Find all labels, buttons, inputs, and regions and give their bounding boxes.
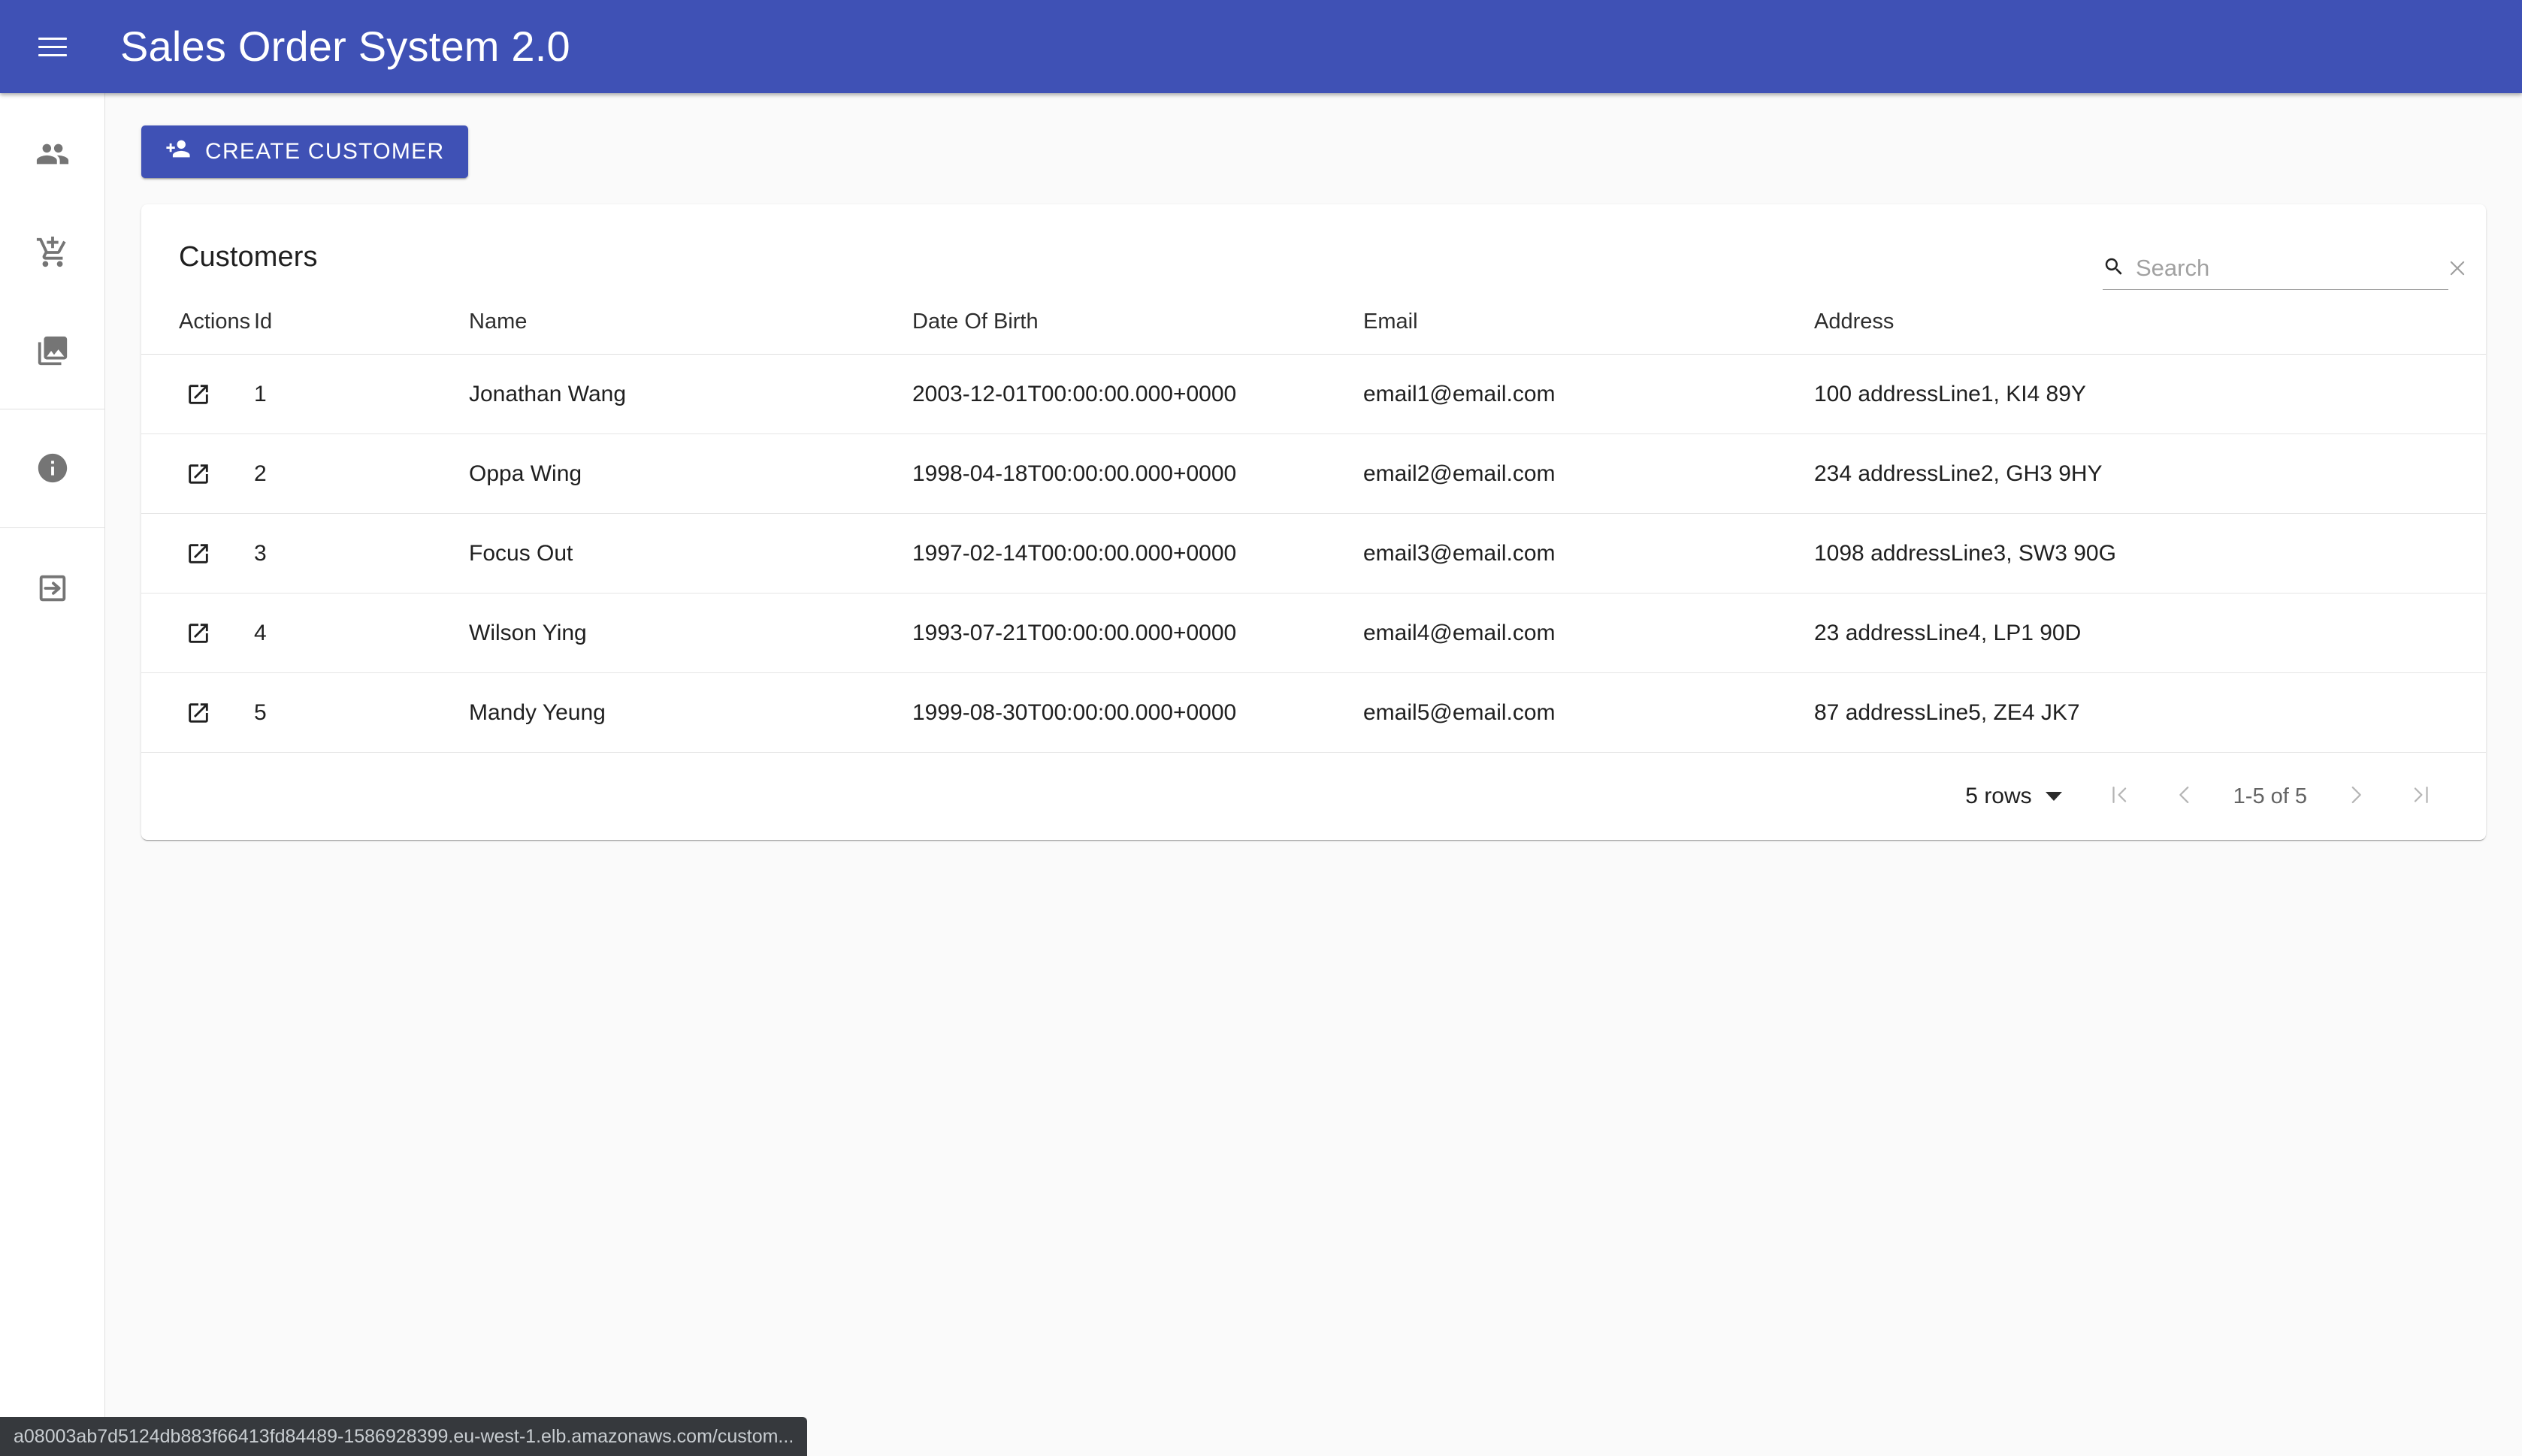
cell-address: 23 addressLine4, LP1 90D: [1814, 593, 2486, 673]
person-add-icon: [165, 136, 191, 168]
cell-email: email3@email.com: [1363, 513, 1814, 594]
app-bar: Sales Order System 2.0: [0, 0, 2522, 93]
search-icon: [2103, 255, 2125, 282]
cell-email: email4@email.com: [1363, 593, 1814, 673]
people-icon: [35, 137, 70, 171]
page-title: Customers: [179, 240, 318, 273]
row-actions-cell: [141, 433, 254, 514]
first-page-button[interactable]: [2088, 764, 2152, 829]
search-field[interactable]: [2103, 255, 2465, 290]
cell-name: Oppa Wing: [469, 433, 912, 514]
cell-id: 1: [254, 354, 469, 434]
cell-id: 2: [254, 433, 469, 514]
search-input[interactable]: [2136, 255, 2436, 282]
table-body: 1 Jonathan Wang 2003-12-01T00:00:00.000+…: [141, 354, 2486, 753]
sidebar-item-orders[interactable]: [0, 216, 105, 288]
cell-id: 4: [254, 593, 469, 673]
table-row[interactable]: 5 Mandy Yeung 1999-08-30T00:00:00.000+00…: [141, 672, 2486, 753]
add-shopping-cart-icon: [35, 235, 70, 270]
info-icon: [35, 451, 70, 485]
sidebar: [0, 93, 105, 1456]
create-customer-button[interactable]: CREATE CUSTOMER: [141, 125, 469, 178]
table-row[interactable]: 2 Oppa Wing 1998-04-18T00:00:00.000+0000…: [141, 433, 2486, 514]
sidebar-item-products[interactable]: [0, 315, 105, 386]
hamburger-menu-button[interactable]: [15, 9, 90, 84]
column-header-id: Id: [254, 310, 469, 355]
cell-name: Focus Out: [469, 513, 912, 594]
chevron-right-icon: [2343, 782, 2369, 811]
cell-id: 3: [254, 513, 469, 594]
cell-dob: 1993-07-21T00:00:00.000+0000: [912, 593, 1363, 673]
cell-dob: 1999-08-30T00:00:00.000+0000: [912, 672, 1363, 753]
hamburger-menu-icon: [38, 32, 67, 62]
launch-icon[interactable]: [179, 375, 218, 414]
rows-per-page-label: 5 rows: [1965, 784, 2032, 808]
table-pagination: 5 rows 1-5 of 5: [141, 753, 2486, 840]
table-row[interactable]: 3 Focus Out 1997-02-14T00:00:00.000+0000…: [141, 513, 2486, 594]
last-page-button[interactable]: [2388, 764, 2453, 829]
cell-address: 87 addressLine5, ZE4 JK7: [1814, 672, 2486, 753]
cell-dob: 1997-02-14T00:00:00.000+0000: [912, 513, 1363, 594]
app-title: Sales Order System 2.0: [120, 23, 570, 70]
sidebar-item-about[interactable]: [0, 432, 105, 503]
caret-down-icon: [2045, 792, 2062, 801]
launch-icon[interactable]: [179, 455, 218, 494]
launch-icon[interactable]: [179, 534, 218, 573]
create-customer-label: CREATE CUSTOMER: [205, 139, 445, 164]
next-page-button[interactable]: [2324, 764, 2388, 829]
customers-table: Actions Id Name Date Of Birth Email Addr…: [141, 310, 2486, 753]
row-actions-cell: [141, 354, 254, 434]
card-toolbar: Customers: [141, 204, 2486, 310]
cell-dob: 1998-04-18T00:00:00.000+0000: [912, 433, 1363, 514]
row-actions-cell: [141, 672, 254, 753]
launch-icon[interactable]: [179, 693, 218, 733]
cell-id: 5: [254, 672, 469, 753]
cell-address: 234 addressLine2, GH3 9HY: [1814, 433, 2486, 514]
column-header-actions: Actions: [141, 310, 254, 355]
last-page-icon: [2408, 782, 2433, 811]
cell-email: email1@email.com: [1363, 354, 1814, 434]
sidebar-item-customers[interactable]: [0, 118, 105, 189]
previous-page-button[interactable]: [2152, 764, 2217, 829]
column-header-dob: Date Of Birth: [912, 310, 1363, 355]
cell-email: email2@email.com: [1363, 433, 1814, 514]
chevron-left-icon: [2172, 782, 2197, 811]
status-bar-url: a08003ab7d5124db883f66413fd84489-1586928…: [0, 1417, 808, 1456]
cell-dob: 2003-12-01T00:00:00.000+0000: [912, 354, 1363, 434]
cell-name: Wilson Ying: [469, 593, 912, 673]
cell-address: 1098 addressLine3, SW3 90G: [1814, 513, 2486, 594]
table-row[interactable]: 1 Jonathan Wang 2003-12-01T00:00:00.000+…: [141, 354, 2486, 434]
sidebar-item-login[interactable]: [0, 552, 105, 624]
row-actions-cell: [141, 513, 254, 594]
cell-email: email5@email.com: [1363, 672, 1814, 753]
pagination-range-label: 1-5 of 5: [2233, 784, 2307, 808]
exit-to-app-icon: [35, 571, 70, 606]
cell-address: 100 addressLine1, KI4 89Y: [1814, 354, 2486, 434]
column-header-email: Email: [1363, 310, 1814, 355]
table-row[interactable]: 4 Wilson Ying 1993-07-21T00:00:00.000+00…: [141, 593, 2486, 673]
launch-icon[interactable]: [179, 614, 218, 653]
close-icon[interactable]: [2446, 255, 2469, 281]
photo-library-icon: [35, 334, 70, 368]
customers-card: Customers Actions: [141, 204, 2486, 840]
table-header-row: Actions Id Name Date Of Birth Email Addr…: [141, 310, 2486, 355]
cell-name: Mandy Yeung: [469, 672, 912, 753]
row-actions-cell: [141, 593, 254, 673]
first-page-icon: [2107, 782, 2133, 811]
table-header: Actions Id Name Date Of Birth Email Addr…: [141, 310, 2486, 355]
cell-name: Jonathan Wang: [469, 354, 912, 434]
rows-per-page-select[interactable]: 5 rows: [1965, 784, 2062, 809]
main-content: CREATE CUSTOMER Customers Search Actions…: [105, 93, 2522, 1456]
column-header-name: Name: [469, 310, 912, 355]
column-header-address: Address: [1814, 310, 2486, 355]
